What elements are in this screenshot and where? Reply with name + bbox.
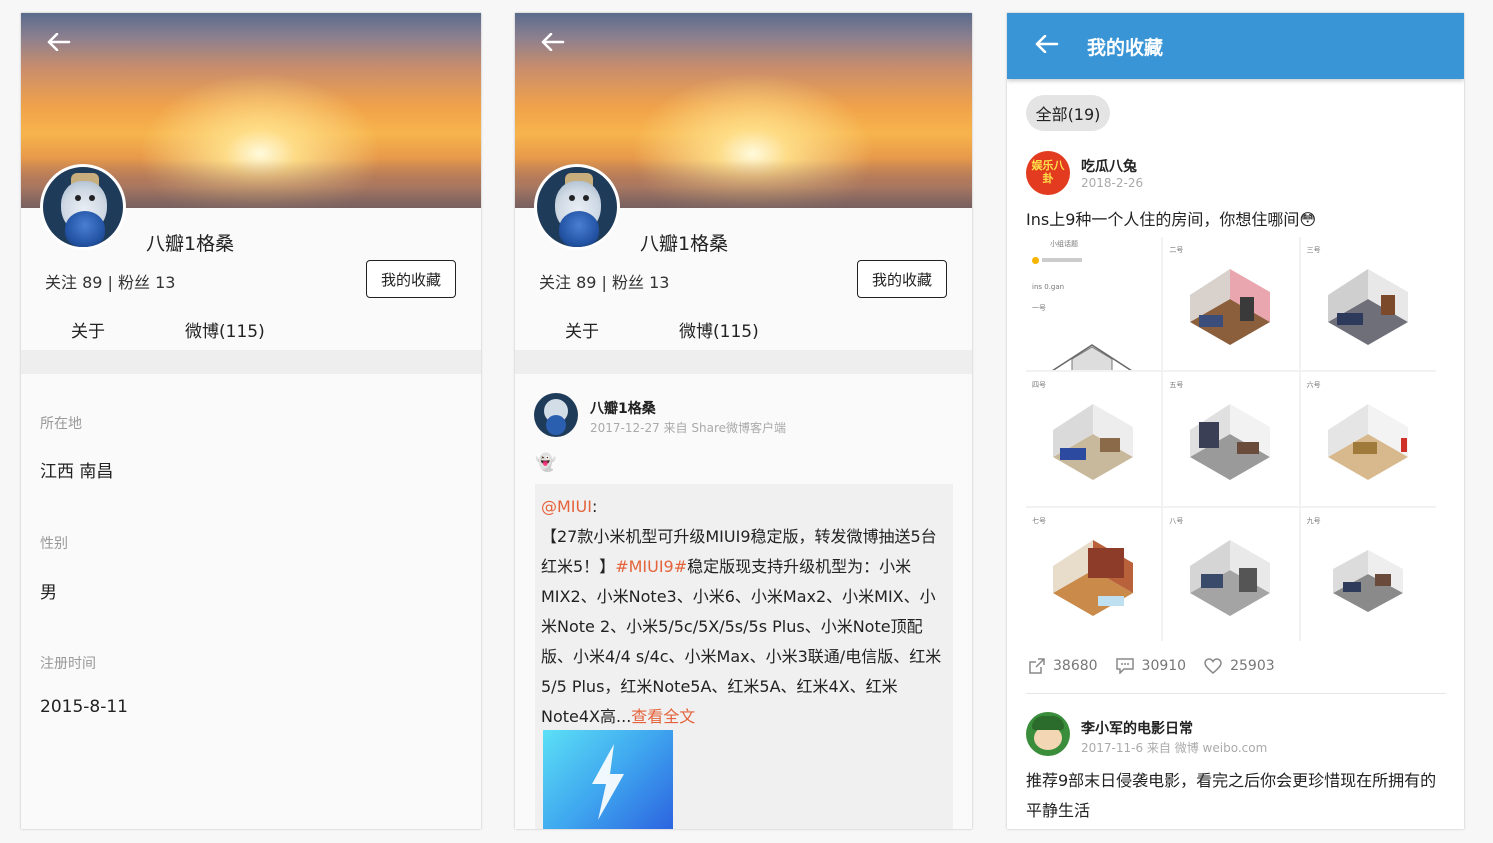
comment-icon bbox=[1115, 658, 1134, 674]
section-divider bbox=[515, 350, 972, 374]
grid-image[interactable]: 八号 bbox=[1163, 507, 1299, 641]
favorites-screen: 我的收藏 全部(19) 娱乐八卦 吃瓜八兔 2018-2-26 Ins上9种一个… bbox=[1007, 13, 1464, 829]
grid-label: 七号 bbox=[1032, 516, 1046, 525]
comment-button[interactable]: 30910 bbox=[1115, 658, 1187, 674]
repost-text-2: 稳定版现支持升级机型为：小米MIX2、小米Note3、小米6、小米Max2、小米… bbox=[541, 557, 942, 726]
lightning-icon bbox=[592, 744, 624, 820]
post-author-avatar[interactable] bbox=[534, 393, 578, 437]
post-emoji: 👻 bbox=[535, 453, 557, 473]
grid-label: 四号 bbox=[1032, 381, 1046, 390]
profile-weibo-screen: 八瓣1格桑 关注 89 | 粉丝 13 我的收藏 关于 微博(115) 八瓣1格… bbox=[515, 13, 972, 829]
grid-image[interactable]: 三号 bbox=[1300, 237, 1436, 371]
grid-label: 五号 bbox=[1169, 381, 1184, 390]
location-label: 所在地 bbox=[40, 416, 82, 432]
repost-hashtag[interactable]: #MIUI9# bbox=[615, 557, 687, 576]
my-favorites-button[interactable]: 我的收藏 bbox=[857, 260, 947, 298]
page-title: 我的收藏 bbox=[1087, 37, 1164, 59]
gender-value: 男 bbox=[40, 583, 57, 603]
grid-image[interactable]: 五号 bbox=[1163, 372, 1299, 506]
item-divider bbox=[1026, 693, 1446, 694]
grid-image[interactable]: 二号 bbox=[1163, 237, 1299, 371]
back-arrow-icon[interactable] bbox=[541, 32, 565, 52]
back-arrow-icon[interactable] bbox=[1035, 34, 1059, 54]
like-icon bbox=[1204, 658, 1222, 674]
post-author-name[interactable]: 八瓣1格桑 bbox=[590, 398, 656, 418]
follow-stats: 关注 89 | 粉丝 13 bbox=[45, 273, 176, 292]
grid-image[interactable]: 六号 bbox=[1300, 372, 1436, 506]
post-author-name[interactable]: 李小军的电影日常 bbox=[1081, 718, 1193, 738]
username: 八瓣1格桑 bbox=[640, 233, 729, 255]
read-more-link[interactable]: 查看全文 bbox=[631, 707, 695, 726]
register-date-value: 2015-8-11 bbox=[40, 697, 128, 717]
grid-label: 二号 bbox=[1169, 246, 1184, 254]
like-count: 25903 bbox=[1230, 658, 1275, 674]
post-author-avatar[interactable] bbox=[1026, 712, 1070, 756]
repost-colon: : bbox=[591, 497, 598, 516]
back-arrow-icon[interactable] bbox=[47, 32, 71, 52]
grid-label: 一号 bbox=[1032, 304, 1046, 312]
repost-button[interactable]: 38680 bbox=[1029, 658, 1098, 674]
avatar-badge-text: 娱乐八卦 bbox=[1031, 159, 1065, 185]
repost-mention[interactable]: @MIUI bbox=[541, 497, 592, 516]
location-value: 江西 南昌 bbox=[40, 462, 114, 482]
post-text: 推荐9部末日侵袭电影，看完之后你会更珍惜现在所拥有的平静生活 bbox=[1026, 771, 1437, 820]
avatar[interactable] bbox=[534, 164, 620, 250]
register-date-label: 注册时间 bbox=[40, 656, 96, 672]
my-favorites-button[interactable]: 我的收藏 bbox=[366, 260, 456, 298]
tab-weibo[interactable]: 微博(115) bbox=[185, 317, 265, 342]
username: 八瓣1格桑 bbox=[146, 233, 235, 255]
post-author-avatar[interactable]: 娱乐八卦 bbox=[1026, 151, 1070, 195]
like-button[interactable]: 25903 bbox=[1204, 658, 1275, 674]
repost-icon bbox=[1029, 658, 1045, 674]
repost-image[interactable] bbox=[543, 730, 673, 829]
grid-image[interactable]: 九号 bbox=[1300, 507, 1436, 641]
grid-image[interactable]: 七号 bbox=[1026, 507, 1162, 641]
grid-label: 八号 bbox=[1169, 516, 1184, 525]
grid-label: 六号 bbox=[1306, 381, 1321, 390]
cell-header: 小组话题 bbox=[1050, 240, 1078, 248]
filter-chip-all[interactable]: 全部(19) bbox=[1026, 95, 1110, 131]
top-app-bar: 我的收藏 bbox=[1007, 13, 1464, 79]
follow-stats: 关注 89 | 粉丝 13 bbox=[539, 273, 670, 292]
post-stats: 38680 30910 25903 bbox=[1029, 658, 1293, 674]
gender-label: 性别 bbox=[40, 536, 68, 552]
tab-about[interactable]: 关于 bbox=[565, 317, 599, 342]
post-author-name[interactable]: 吃瓜八兔 bbox=[1081, 156, 1137, 176]
section-divider bbox=[21, 350, 481, 374]
grid-label: 九号 bbox=[1306, 516, 1321, 525]
grid-image[interactable]: 小组话题 ins 0.gan 一号 bbox=[1026, 237, 1162, 371]
grid-image[interactable]: 四号 bbox=[1026, 372, 1162, 506]
comment-count: 30910 bbox=[1141, 658, 1187, 674]
profile-about-screen: 八瓣1格桑 关注 89 | 粉丝 13 我的收藏 关于 微博(115) 所在地 … bbox=[21, 13, 481, 829]
post-text: Ins上9种一个人住的房间，你想住哪间😳 bbox=[1026, 210, 1317, 229]
image-grid: 小组话题 ins 0.gan 一号 二号 三号 四号 五号 六号 七号 八号 九… bbox=[1026, 237, 1436, 641]
post-date: 2018-2-26 bbox=[1081, 176, 1144, 190]
grid-label: 三号 bbox=[1306, 246, 1321, 254]
tab-weibo[interactable]: 微博(115) bbox=[679, 317, 759, 342]
post-date: 2017-11-6 来自 微博 weibo.com bbox=[1081, 741, 1268, 755]
post-meta: 2017-12-27 来自 Share微博客户端 bbox=[590, 421, 786, 435]
repost-count: 38680 bbox=[1053, 658, 1098, 674]
cell-text: ins 0.gan bbox=[1032, 283, 1065, 291]
tab-about[interactable]: 关于 bbox=[71, 317, 105, 342]
avatar[interactable] bbox=[40, 164, 126, 250]
